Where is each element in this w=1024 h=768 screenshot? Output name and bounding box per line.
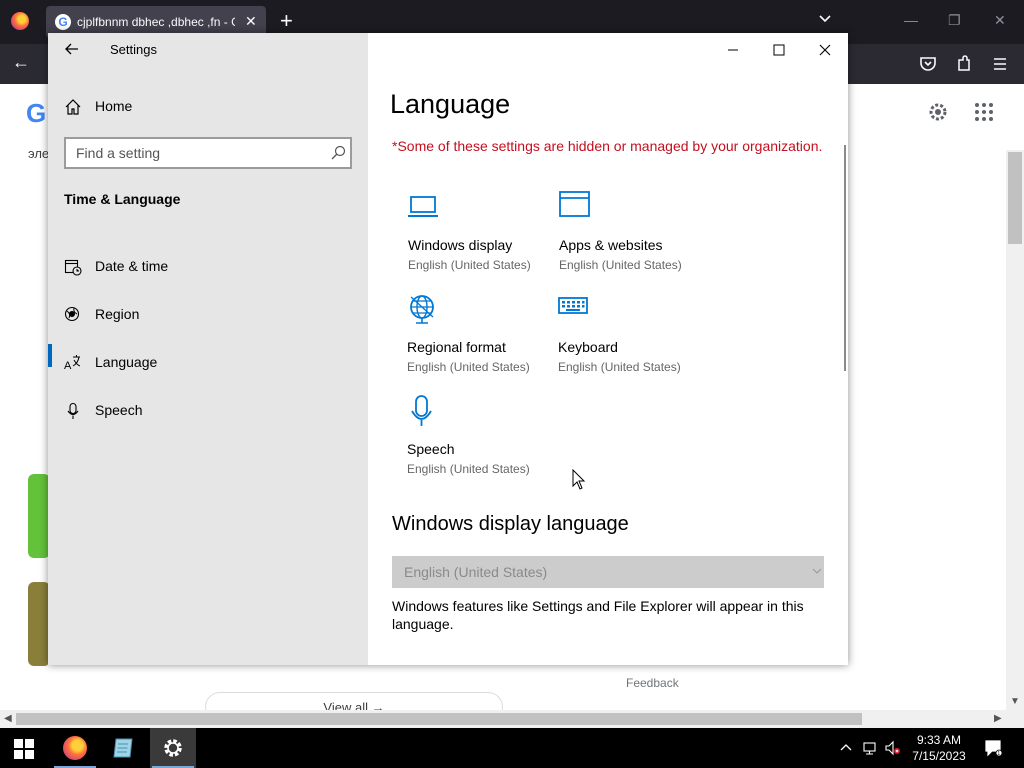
scroll-left-icon[interactable]: ◀ bbox=[4, 713, 12, 724]
notification-icon[interactable]: 1 bbox=[984, 739, 1002, 757]
sidebar-item-label: Date & time bbox=[95, 258, 169, 274]
google-logo[interactable]: G bbox=[26, 98, 46, 129]
tile-name: Apps & websites bbox=[559, 237, 663, 253]
svg-text:A: A bbox=[64, 360, 72, 372]
sidebar-item-label: Language bbox=[95, 354, 158, 370]
windows-start-icon[interactable] bbox=[14, 739, 34, 759]
active-nav-indicator bbox=[48, 344, 52, 367]
extensions-icon[interactable] bbox=[954, 54, 974, 74]
apps-grid-icon[interactable] bbox=[974, 102, 994, 122]
calendar-clock-icon bbox=[64, 259, 82, 276]
sidebar-item-label: Home bbox=[95, 98, 133, 114]
tile-subtitle: English (United States) bbox=[559, 258, 682, 272]
sidebar-item-date-time[interactable]: Date & time bbox=[64, 247, 354, 287]
scroll-right-icon[interactable]: ▶ bbox=[994, 713, 1002, 724]
tile-name: Speech bbox=[407, 441, 455, 457]
policy-notice: *Some of these settings are hidden or ma… bbox=[392, 138, 823, 154]
video-thumbnail[interactable] bbox=[28, 474, 50, 558]
settings-window: Settings Home Time & Language Date & tim… bbox=[48, 33, 848, 665]
taskbar-firefox[interactable] bbox=[52, 728, 98, 768]
browser-restore-button[interactable]: ❐ bbox=[948, 12, 961, 29]
sidebar-item-label: Speech bbox=[95, 402, 143, 418]
taskbar-clock[interactable]: 9:33 AM 7/15/2023 bbox=[904, 732, 974, 764]
sidebar-item-label: Region bbox=[95, 306, 140, 322]
settings-gear-icon[interactable] bbox=[926, 100, 950, 124]
tile-speech[interactable]: Speech English (United States) bbox=[407, 395, 557, 487]
page-vertical-scroll-thumb[interactable] bbox=[1008, 152, 1022, 244]
minimize-button[interactable] bbox=[718, 41, 748, 59]
microphone-icon bbox=[67, 402, 79, 419]
sidebar-item-speech[interactable]: Speech bbox=[64, 391, 354, 431]
language-icon: A bbox=[64, 355, 81, 372]
firefox-icon[interactable] bbox=[11, 12, 29, 30]
regional-globe-icon bbox=[410, 295, 434, 324]
tile-windows-display[interactable]: Windows display English (United States) bbox=[408, 191, 558, 283]
close-button[interactable] bbox=[810, 41, 840, 59]
tile-subtitle: English (United States) bbox=[407, 462, 530, 476]
new-tab-button[interactable]: + bbox=[280, 8, 293, 34]
firefox-icon bbox=[63, 736, 87, 760]
display-language-value: English (United States) bbox=[404, 564, 548, 580]
display-language-heading: Windows display language bbox=[392, 513, 629, 535]
settings-sidebar: Settings Home Time & Language Date & tim… bbox=[48, 33, 368, 665]
search-input[interactable] bbox=[66, 139, 326, 167]
back-arrow-icon[interactable] bbox=[64, 41, 80, 57]
taskbar: 9:33 AM 7/15/2023 1 bbox=[0, 728, 1024, 768]
tile-subtitle: English (United States) bbox=[558, 360, 681, 374]
chevron-down-icon bbox=[812, 568, 822, 574]
google-icon: G bbox=[55, 14, 71, 30]
taskbar-settings[interactable] bbox=[150, 728, 196, 768]
home-icon bbox=[65, 99, 81, 115]
svg-text:1: 1 bbox=[997, 751, 1000, 757]
scroll-down-icon[interactable]: ▼ bbox=[1010, 696, 1020, 707]
sidebar-item-language[interactable]: A Language bbox=[64, 343, 354, 383]
search-icon[interactable] bbox=[330, 145, 346, 161]
browser-close-button[interactable]: ✕ bbox=[994, 12, 1006, 29]
back-icon[interactable]: ← bbox=[12, 52, 30, 73]
tile-keyboard[interactable]: Keyboard English (United States) bbox=[558, 293, 708, 385]
page-snippet: эле bbox=[28, 146, 50, 161]
notepad-icon bbox=[113, 738, 133, 758]
browser-minimize-button[interactable]: — bbox=[904, 12, 918, 28]
chevron-up-icon[interactable] bbox=[840, 742, 852, 754]
settings-gear-icon bbox=[164, 739, 182, 757]
chevron-down-icon[interactable] bbox=[818, 12, 832, 26]
pocket-icon[interactable] bbox=[918, 54, 938, 74]
section-title: Time & Language bbox=[64, 191, 181, 207]
tile-name: Windows display bbox=[408, 237, 513, 253]
microphone-icon bbox=[411, 395, 432, 426]
display-language-dropdown[interactable]: English (United States) bbox=[392, 556, 824, 588]
tile-subtitle: English (United States) bbox=[407, 360, 530, 374]
tile-apps-websites[interactable]: Apps & websites English (United States) bbox=[559, 191, 709, 283]
tile-subtitle: English (United States) bbox=[408, 258, 531, 272]
browser-window-icon bbox=[559, 191, 590, 217]
menu-icon[interactable] bbox=[990, 54, 1010, 74]
display-language-description: Windows features like Settings and File … bbox=[392, 598, 804, 632]
clock-date: 7/15/2023 bbox=[912, 749, 966, 763]
globe-icon bbox=[64, 306, 80, 322]
feedback-link[interactable]: Feedback bbox=[626, 676, 679, 690]
settings-content: Language *Some of these settings are hid… bbox=[368, 33, 848, 665]
page-title: Language bbox=[390, 89, 511, 119]
tile-name: Regional format bbox=[407, 339, 506, 355]
laptop-icon bbox=[408, 196, 438, 217]
window-title: Settings bbox=[110, 42, 157, 57]
video-thumbnail[interactable] bbox=[28, 582, 50, 666]
tile-name: Keyboard bbox=[558, 339, 618, 355]
tab-title: cjplfbnnm dbhec ,dbhec ,fn - G bbox=[77, 15, 235, 29]
keyboard-icon bbox=[558, 297, 588, 314]
settings-scrollbar[interactable] bbox=[844, 145, 846, 371]
tile-regional-format[interactable]: Regional format English (United States) bbox=[407, 293, 557, 385]
network-icon[interactable] bbox=[862, 740, 878, 756]
clock-time: 9:33 AM bbox=[916, 733, 962, 747]
sidebar-item-region[interactable]: Region bbox=[64, 295, 354, 335]
taskbar-notepad[interactable] bbox=[101, 728, 147, 768]
mouse-cursor-icon bbox=[572, 469, 586, 490]
tab-close-button[interactable]: ✕ bbox=[245, 13, 257, 30]
maximize-button[interactable] bbox=[764, 41, 794, 59]
search-box[interactable] bbox=[64, 137, 352, 169]
volume-muted-icon[interactable] bbox=[884, 740, 900, 756]
page-horizontal-scroll-thumb[interactable] bbox=[16, 713, 862, 725]
